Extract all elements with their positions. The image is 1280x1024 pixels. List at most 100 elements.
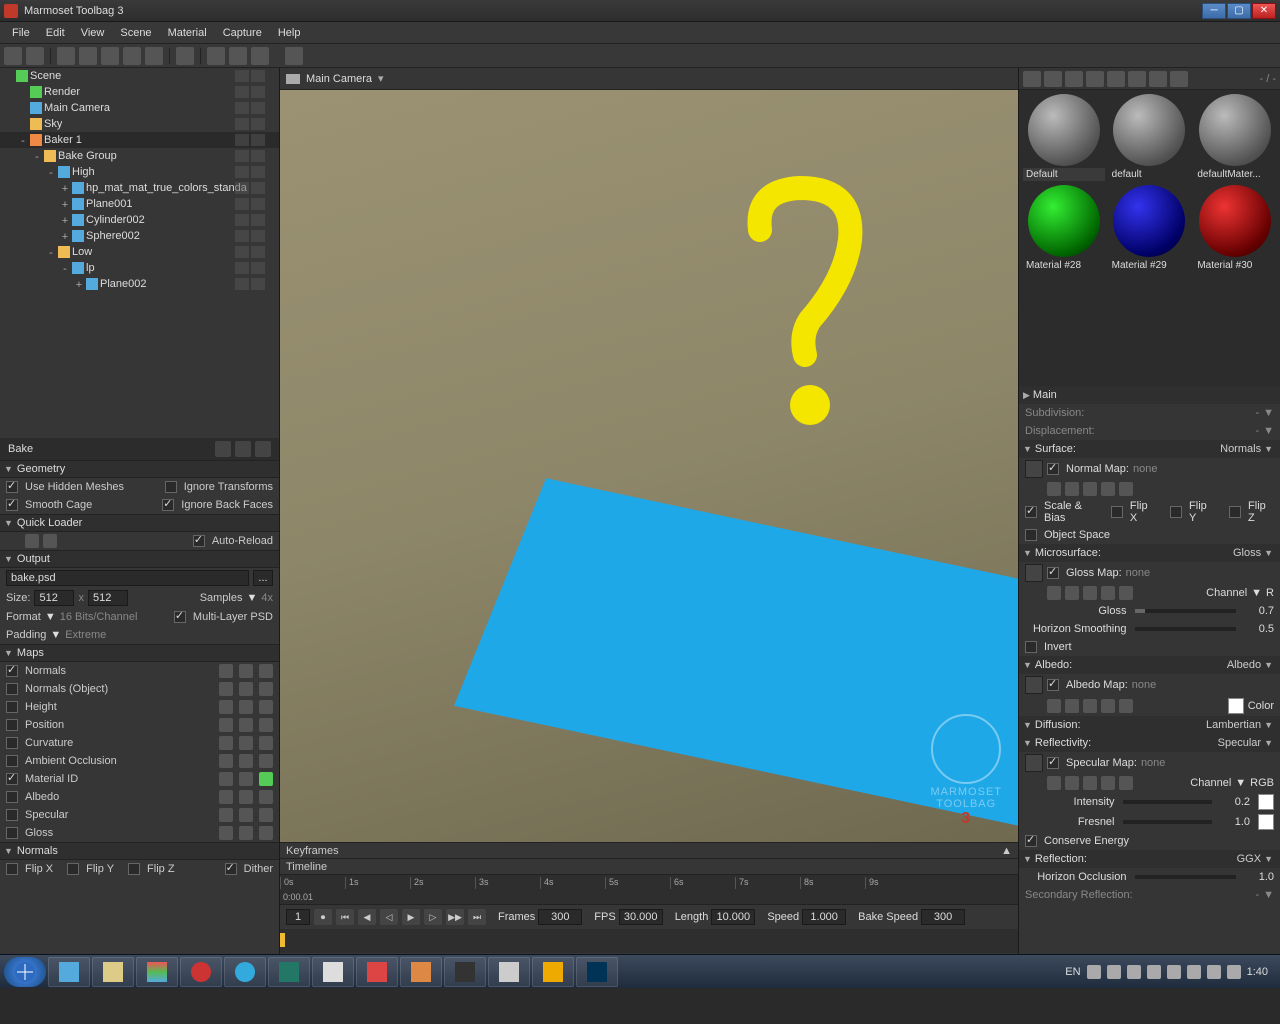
- scrub-marker[interactable]: [280, 933, 285, 947]
- map-checkbox[interactable]: [6, 827, 18, 839]
- volume-icon[interactable]: [1227, 965, 1241, 979]
- play-button[interactable]: ▶: [402, 909, 420, 925]
- link-icon[interactable]: [1128, 71, 1146, 87]
- tool-icon[interactable]: [57, 47, 75, 65]
- map-edit-icon[interactable]: [219, 736, 233, 750]
- maps-header[interactable]: ▼Maps: [0, 644, 279, 662]
- map-search-icon[interactable]: [239, 790, 253, 804]
- map-preview-icon[interactable]: [259, 826, 273, 840]
- tree-node[interactable]: Main Camera: [0, 100, 279, 116]
- geometry-header[interactable]: ▼Geometry: [0, 460, 279, 478]
- folder-icon[interactable]: [207, 47, 225, 65]
- map-preview-icon[interactable]: [259, 808, 273, 822]
- search-icon[interactable]: [1065, 699, 1079, 713]
- albedo-header[interactable]: ▼Albedo:Albedo▼: [1019, 656, 1280, 674]
- reload-icon[interactable]: [1101, 776, 1115, 790]
- map-search-icon[interactable]: [239, 754, 253, 768]
- tool-icon[interactable]: [229, 47, 247, 65]
- map-checkbox[interactable]: [6, 791, 18, 803]
- tool-icon[interactable]: [79, 47, 97, 65]
- quick-loader-header[interactable]: ▼Quick Loader: [0, 514, 279, 532]
- edit-icon[interactable]: [1083, 699, 1097, 713]
- map-preview-icon[interactable]: [259, 772, 273, 786]
- format-value[interactable]: 16 Bits/Channel: [60, 611, 138, 623]
- tray-icon[interactable]: [1167, 965, 1181, 979]
- taskbar-item[interactable]: [312, 957, 354, 987]
- taskbar-item[interactable]: [400, 957, 442, 987]
- close-button[interactable]: ✕: [1252, 3, 1276, 19]
- fresnel-slider[interactable]: [1123, 820, 1213, 824]
- tree-node[interactable]: +Plane001: [0, 196, 279, 212]
- add-material-icon[interactable]: [1023, 71, 1041, 87]
- map-preview-icon[interactable]: [259, 718, 273, 732]
- dither-checkbox[interactable]: [225, 863, 237, 875]
- map-edit-icon[interactable]: [219, 682, 233, 696]
- scene-tree[interactable]: SceneRenderMain CameraSky-Baker 1-Bake G…: [0, 68, 279, 438]
- map-search-icon[interactable]: [239, 808, 253, 822]
- ignore-backfaces-checkbox[interactable]: [162, 499, 174, 511]
- timeline-header[interactable]: Timeline: [280, 859, 1018, 875]
- flip-z-checkbox[interactable]: [128, 863, 140, 875]
- timeline-ruler[interactable]: 0:00.01 0s1s2s3s4s5s6s7s8s9s: [280, 875, 1018, 905]
- bake-preview-icon[interactable]: [235, 441, 251, 457]
- flip-z-checkbox[interactable]: [1229, 506, 1241, 518]
- flip-x-checkbox[interactable]: [1111, 506, 1123, 518]
- auto-reload-checkbox[interactable]: [193, 535, 205, 547]
- viewport[interactable]: MARMOSET TOOLBAG 3: [280, 90, 1018, 842]
- bake-help-icon[interactable]: [255, 441, 271, 457]
- menu-file[interactable]: File: [4, 25, 38, 41]
- taskbar-item[interactable]: [92, 957, 134, 987]
- menu-view[interactable]: View: [73, 25, 113, 41]
- tray-icon[interactable]: [1147, 965, 1161, 979]
- grid-icon[interactable]: [1065, 71, 1083, 87]
- horizon-slider[interactable]: [1135, 627, 1237, 631]
- close-icon[interactable]: [1119, 699, 1133, 713]
- map-checkbox[interactable]: [6, 809, 18, 821]
- conserve-checkbox[interactable]: [1025, 835, 1037, 847]
- timeline-scrub[interactable]: [280, 929, 1018, 953]
- refresh-icon[interactable]: [1044, 71, 1062, 87]
- tree-node[interactable]: -Low: [0, 244, 279, 260]
- normals-header[interactable]: ▼Normals: [0, 842, 279, 860]
- map-checkbox[interactable]: [6, 665, 18, 677]
- flip-y-checkbox[interactable]: [67, 863, 79, 875]
- taskbar-item[interactable]: [224, 957, 266, 987]
- map-edit-icon[interactable]: [219, 700, 233, 714]
- close-icon[interactable]: [1119, 482, 1133, 496]
- frame-input[interactable]: [286, 909, 310, 925]
- flip-x-checkbox[interactable]: [6, 863, 18, 875]
- surface-header[interactable]: ▼Surface:Normals▼: [1019, 440, 1280, 458]
- specular-map-swatch[interactable]: [1025, 754, 1043, 772]
- map-edit-icon[interactable]: [219, 772, 233, 786]
- go-start-button[interactable]: ⏮: [336, 909, 354, 925]
- color-swatch[interactable]: [1228, 698, 1244, 714]
- material-cell[interactable]: Material #30: [1194, 185, 1276, 272]
- map-search-icon[interactable]: [239, 664, 253, 678]
- tool-icon[interactable]: [26, 47, 44, 65]
- tree-node[interactable]: Scene: [0, 68, 279, 84]
- map-search-icon[interactable]: [239, 736, 253, 750]
- search-icon[interactable]: [1065, 776, 1079, 790]
- tray-icon[interactable]: [1207, 965, 1221, 979]
- taskbar-item[interactable]: [532, 957, 574, 987]
- prev-frame-button[interactable]: ◁: [380, 909, 398, 925]
- map-preview-icon[interactable]: [259, 736, 273, 750]
- map-checkbox[interactable]: [6, 755, 18, 767]
- reload-icon[interactable]: [43, 534, 57, 548]
- taskbar-item[interactable]: [136, 957, 178, 987]
- intensity-slider[interactable]: [1123, 800, 1213, 804]
- map-search-icon[interactable]: [239, 700, 253, 714]
- browse-button[interactable]: ...: [253, 570, 273, 586]
- samples-value[interactable]: 4x: [261, 592, 273, 604]
- start-button[interactable]: [4, 957, 46, 987]
- map-preview-icon[interactable]: [259, 754, 273, 768]
- edit-icon[interactable]: [1083, 776, 1097, 790]
- frames-input[interactable]: [538, 909, 582, 925]
- maximize-button[interactable]: ▢: [1227, 3, 1251, 19]
- fps-input[interactable]: [619, 909, 663, 925]
- step-back-button[interactable]: ◀: [358, 909, 376, 925]
- map-search-icon[interactable]: [239, 826, 253, 840]
- menu-help[interactable]: Help: [270, 25, 309, 41]
- map-search-icon[interactable]: [239, 718, 253, 732]
- folder-icon[interactable]: [1086, 71, 1104, 87]
